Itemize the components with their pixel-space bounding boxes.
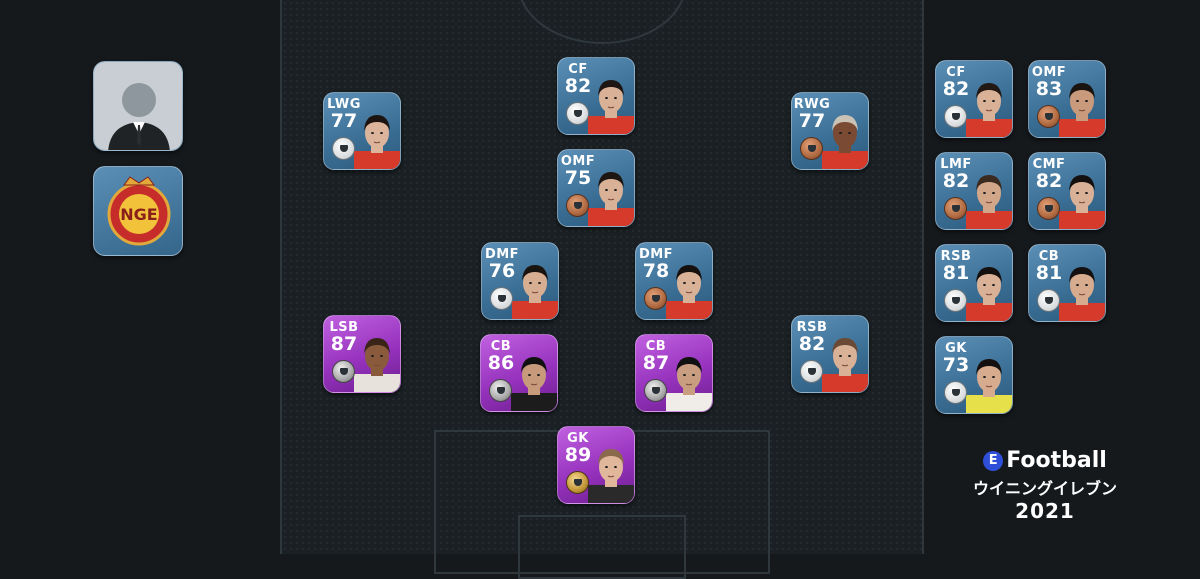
club-card[interactable]: NGE	[93, 166, 183, 256]
silver-coin-icon	[489, 379, 512, 402]
white-coin-icon	[800, 360, 823, 383]
overall-rating: 73	[942, 354, 970, 376]
pitch_players-card[interactable]: DMF 78	[635, 242, 713, 320]
white-coin-icon	[944, 381, 967, 404]
center-circle-arc	[517, 0, 687, 44]
white-coin-icon	[944, 289, 967, 312]
pitch_players-card[interactable]: RWG 77	[791, 92, 869, 170]
silver-coin-icon	[332, 360, 355, 383]
bronze-coin-icon	[566, 194, 589, 217]
manager-silhouette-icon	[94, 62, 182, 150]
pitch_players-card[interactable]: RSB 82	[791, 315, 869, 393]
efootball-logo: E Football ウイニングイレブン 2021	[920, 448, 1170, 528]
overall-rating: 87	[642, 352, 670, 374]
goal-box	[518, 515, 686, 579]
bronze-coin-icon	[944, 197, 967, 220]
svg-text:NGE: NGE	[120, 205, 157, 224]
overall-rating: 76	[488, 260, 516, 282]
manager-card[interactable]	[93, 61, 183, 151]
white-coin-icon	[566, 102, 589, 125]
overall-rating: 75	[564, 167, 592, 189]
logo-brand-row: E Football	[920, 448, 1170, 473]
overall-rating: 83	[1035, 78, 1063, 100]
overall-rating: 87	[330, 333, 358, 355]
overall-rating: 82	[564, 75, 592, 97]
overall-rating: 77	[798, 110, 826, 132]
subs-card[interactable]: CMF 82	[1028, 152, 1106, 230]
subs-card[interactable]: GK 73	[935, 336, 1013, 414]
pitch_players-card[interactable]: LWG 77	[323, 92, 401, 170]
pitch_players-card[interactable]: CF 82	[557, 57, 635, 135]
bronze-coin-icon	[800, 137, 823, 160]
logo-year: 2021	[1015, 499, 1075, 523]
overall-rating: 78	[642, 260, 670, 282]
bronze-coin-icon	[1037, 197, 1060, 220]
overall-rating: 82	[942, 78, 970, 100]
silver-coin-icon	[644, 379, 667, 402]
bronze-coin-icon	[1037, 105, 1060, 128]
bronze-coin-icon	[644, 287, 667, 310]
subs-card[interactable]: LMF 82	[935, 152, 1013, 230]
overall-rating: 86	[487, 352, 515, 374]
pitch_players-card[interactable]: OMF 75	[557, 149, 635, 227]
subs-card[interactable]: OMF 83	[1028, 60, 1106, 138]
white-coin-icon	[944, 105, 967, 128]
pitch_players-card[interactable]: CB 86	[480, 334, 558, 412]
overall-rating: 82	[942, 170, 970, 192]
subs-card[interactable]: CF 82	[935, 60, 1013, 138]
overall-rating: 81	[1035, 262, 1063, 284]
subs-card[interactable]: RSB 81	[935, 244, 1013, 322]
team-emblem-icon: NGE	[107, 176, 171, 246]
pitch_players-card[interactable]: GK 89	[557, 426, 635, 504]
overall-rating: 81	[942, 262, 970, 284]
white-coin-icon	[1037, 289, 1060, 312]
logo-brand: Football	[1006, 448, 1107, 473]
logo-subtitle: ウイニングイレブン	[972, 479, 1117, 498]
white-coin-icon	[490, 287, 513, 310]
gold-coin-icon	[566, 471, 589, 494]
overall-rating: 82	[798, 333, 826, 355]
overall-rating: 82	[1035, 170, 1063, 192]
e-logo-icon: E	[983, 450, 1004, 471]
subs-card[interactable]: CB 81	[1028, 244, 1106, 322]
overall-rating: 77	[330, 110, 358, 132]
overall-rating: 89	[564, 444, 592, 466]
white-coin-icon	[332, 137, 355, 160]
pitch_players-card[interactable]: LSB 87	[323, 315, 401, 393]
pitch_players-card[interactable]: CB 87	[635, 334, 713, 412]
pitch_players-card[interactable]: DMF 76	[481, 242, 559, 320]
